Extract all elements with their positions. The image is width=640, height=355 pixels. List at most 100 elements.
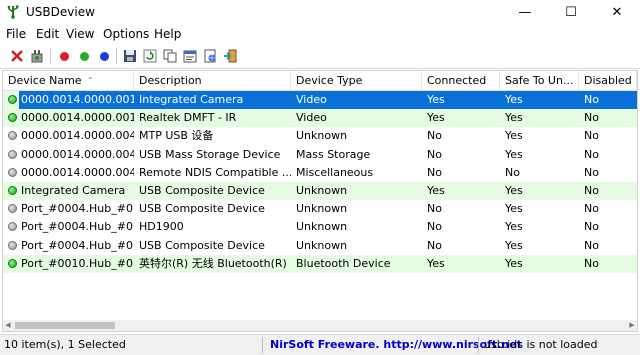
list-header: Device Name ⌃ Description Device Type Co…: [3, 71, 637, 91]
green-dot-button[interactable]: [75, 47, 93, 65]
cell-description: HD1900: [139, 220, 184, 234]
cell-description: Remote NDIS Compatible ...: [139, 165, 291, 179]
table-row[interactable]: 0000.0014.0000.001.... Realtek DMFT - IR V…: [3, 109, 637, 128]
disconnect-button[interactable]: [28, 47, 46, 65]
properties-icon: [183, 50, 197, 63]
table-row[interactable]: 0000.0014.0000.004.... Remote NDIS Compat…: [3, 164, 637, 182]
cell-connected: No: [427, 202, 442, 216]
cell-disabled: No: [584, 256, 599, 270]
table-row[interactable]: Port_#0004.Hub_#0... USB Composite Device…: [3, 237, 637, 255]
red-dot-button[interactable]: [55, 47, 73, 65]
table-row[interactable]: Port_#0010.Hub_#0... 英特尔(R) 无线 Bluetooth(…: [3, 254, 637, 273]
menu-file[interactable]: File: [6, 27, 26, 41]
menu-options[interactable]: Options: [103, 27, 149, 41]
scroll-right-icon[interactable]: ▶: [627, 320, 637, 331]
table-row[interactable]: 0000.0014.0000.001....Integrated CameraV…: [3, 91, 637, 109]
cell-device-name: 0000.0014.0000.004....: [21, 129, 134, 143]
device-list[interactable]: Device Name ⌃ Description Device Type Co…: [2, 70, 638, 332]
disconnected-status-icon: [8, 240, 17, 250]
toolbar-separator: [50, 48, 51, 64]
cell-connected: Yes: [427, 184, 445, 197]
column-header-disabled[interactable]: Disabled: [579, 71, 637, 90]
html-report-button[interactable]: [201, 47, 219, 65]
refresh-button[interactable]: [141, 47, 159, 65]
column-header-description[interactable]: Description: [134, 71, 291, 90]
properties-button[interactable]: [181, 47, 199, 65]
column-header-device-name[interactable]: Device Name ⌃: [3, 71, 134, 90]
column-header-label: Device Name: [8, 74, 82, 87]
column-header-safe-to-unplug[interactable]: Safe To Un...: [500, 71, 579, 90]
cell-connected: Yes: [427, 256, 445, 270]
cell-device-type: Unknown: [296, 184, 348, 197]
cell-device-type: Unknown: [296, 129, 348, 143]
cell-description: Realtek DMFT - IR: [139, 111, 237, 125]
cell-safe-to-unplug: Yes: [505, 111, 523, 125]
table-row[interactable]: Integrated Camera USB Composite Device Unk…: [3, 182, 637, 200]
connected-status-icon: [8, 258, 17, 268]
column-header-connected[interactable]: Connected: [422, 71, 500, 90]
disconnected-status-icon: [8, 167, 17, 177]
connected-status-icon: [8, 186, 17, 195]
menu-help[interactable]: Help: [154, 27, 181, 41]
menu-bar: File Edit View Options Help: [0, 25, 640, 44]
close-button[interactable]: ✕: [594, 0, 640, 25]
cell-safe-to-unplug: Yes: [505, 256, 523, 270]
disconnected-status-icon: [8, 149, 17, 159]
cell-connected: No: [427, 238, 442, 252]
table-row[interactable]: 0000.0014.0000.004.... MTP USB 设备 Unknown N…: [3, 127, 637, 145]
cell-device-name: Port_#0004.Hub_#0...: [21, 220, 134, 234]
table-row[interactable]: Port_#0004.Hub_#0... HD1900 Unknown No Yes No: [3, 218, 637, 236]
cell-safe-to-unplug: No: [505, 165, 520, 179]
refresh-icon: [143, 49, 157, 63]
cell-disabled: No: [584, 165, 599, 179]
disconnected-status-icon: [8, 222, 17, 232]
cell-device-name: 0000.0014.0000.004....: [21, 165, 134, 179]
cell-disabled: No: [584, 111, 599, 125]
cell-description: USB Composite Device: [139, 202, 265, 216]
cell-device-name: Port_#0004.Hub_#0...: [21, 238, 134, 252]
plug-disconnect-icon: [31, 50, 43, 63]
status-separator: [478, 337, 479, 353]
cell-connected: Yes: [427, 111, 445, 125]
html-report-icon: [204, 49, 216, 63]
connected-status-icon: [8, 113, 17, 123]
horizontal-scrollbar[interactable]: ◀ ▶: [3, 320, 637, 331]
connected-status-icon: [8, 95, 17, 104]
usb-app-icon: [7, 5, 19, 19]
copy-button[interactable]: [161, 47, 179, 65]
cell-connected: No: [427, 129, 442, 143]
menu-view[interactable]: View: [66, 27, 94, 41]
cell-description: 英特尔(R) 无线 Bluetooth(R): [139, 256, 287, 270]
cell-device-type: Video: [291, 91, 422, 109]
cell-description: USB Composite Device: [139, 238, 265, 252]
table-row[interactable]: Port_#0004.Hub_#0... USB Composite Device…: [3, 200, 637, 218]
toolbar: [0, 44, 640, 69]
table-row[interactable]: 0000.0014.0000.004.... USB Mass Storage D…: [3, 146, 637, 164]
cell-description: Integrated Camera: [134, 91, 291, 109]
status-item-count: 10 item(s), 1 Selected: [4, 338, 126, 351]
cell-description: MTP USB 设备: [139, 129, 214, 143]
nirsoft-link[interactable]: NirSoft Freeware. http://www.nirsoft.net: [266, 337, 522, 353]
scrollbar-thumb[interactable]: [15, 322, 115, 329]
menu-edit[interactable]: Edit: [36, 27, 59, 41]
disconnected-status-icon: [8, 204, 17, 214]
cell-connected: Yes: [422, 91, 500, 109]
cell-disabled: No: [584, 238, 599, 252]
cell-safe-to-unplug: Yes: [505, 238, 523, 252]
delete-button[interactable]: [8, 47, 26, 65]
cell-connected: No: [427, 147, 442, 161]
save-button[interactable]: [121, 47, 139, 65]
minimize-button[interactable]: —: [502, 0, 548, 25]
window-title: USBDeview: [26, 5, 95, 19]
maximize-button[interactable]: ☐: [548, 0, 594, 25]
exit-button[interactable]: [221, 47, 239, 65]
exit-icon: [224, 49, 237, 63]
blue-dot-button[interactable]: [95, 47, 113, 65]
scroll-left-icon[interactable]: ◀: [3, 320, 13, 331]
column-header-device-type[interactable]: Device Type: [291, 71, 422, 90]
cell-description: USB Mass Storage Device: [139, 147, 281, 161]
cell-safe-to-unplug: Yes: [505, 129, 523, 143]
cell-device-type: Unknown: [296, 238, 348, 252]
status-bar: 10 item(s), 1 Selected NirSoft Freeware.…: [0, 334, 640, 355]
title-bar: USBDeview — ☐ ✕: [0, 0, 640, 25]
